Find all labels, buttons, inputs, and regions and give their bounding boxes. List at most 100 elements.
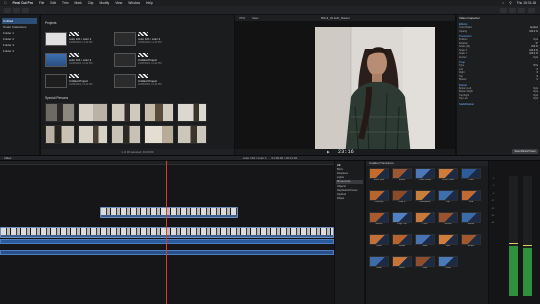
inspector-row[interactable]: Anchor 0 px [459,56,538,60]
menu-window[interactable]: Window [128,1,140,5]
keyword-button[interactable] [13,8,20,13]
inspector-row[interactable]: Opacity 100.0 % [459,30,538,34]
audio-track[interactable] [0,250,334,255]
fx-category[interactable]: Wipes [336,197,363,201]
share-button[interactable] [528,8,535,13]
app-menu[interactable]: Final Cut Pro [12,1,33,5]
library-item[interactable]: Folder 4 [2,48,37,54]
inspector-section-stabilization[interactable]: Stabilization [459,102,538,106]
clips-heading: Special Persons [45,96,69,100]
meter-tick: -6 [492,192,495,195]
project-item[interactable]: Untitled Project 10/08/2024, 11:44 PM [45,74,115,90]
project-item[interactable]: color 101 / color 1 10/08/2024, 11:44 PM [45,32,115,48]
transition-label: Color Planes [418,179,432,181]
clip-thumbnail[interactable] [78,125,108,144]
project-item[interactable]: Untitled Project 10/08/2024, 11:44 PM [114,53,184,69]
primary-storyline[interactable] [0,227,334,238]
show-inspector-button[interactable] [518,8,525,13]
clip-thumbnail[interactable] [144,103,174,122]
transition-thumbnail [369,256,389,267]
clip-thumbnail[interactable] [177,125,207,144]
meter-tick: -20 [491,207,495,210]
background-tasks-button[interactable] [22,8,29,13]
transition-item[interactable]: Drop In [392,190,412,205]
effects-browser-title: Installed Transitions [366,161,488,166]
project-item[interactable]: color 101 / color 2 10/08/2024, 11:44 PM [114,32,184,48]
project-date: 10/08/2024, 11:44 PM [138,41,162,44]
transition-item[interactable]: Page Curl [392,212,412,227]
transition-item[interactable]: Grid [461,190,481,205]
transition-item[interactable]: Slide [415,234,435,249]
transition-item[interactable]: Bloom [392,168,412,183]
inspector-row[interactable]: Top Left 0 px [459,97,538,101]
clip-thumbnail[interactable] [111,125,141,144]
clip-thumbnail[interactable] [144,125,174,144]
audio-meters: 6 0 -6 -12 -20 -30 -50 [489,161,540,304]
meter-right-peak [523,245,532,246]
transition-item[interactable]: Cross Zoom [438,168,458,183]
viewer-zoom[interactable]: 70% [239,16,245,20]
wifi-icon[interactable]: ○ [502,1,504,5]
show-timeline-button[interactable] [509,8,516,13]
menu-view[interactable]: View [115,1,122,5]
menu-help[interactable]: Help [146,1,153,5]
transition-item[interactable]: Push [415,212,435,227]
menu-modify[interactable]: Modify [99,1,109,5]
inspector-row[interactable]: Bottom 0 [459,78,538,82]
transition-item[interactable]: Swap [369,256,389,271]
timeline-ruler[interactable] [0,161,334,165]
import-button[interactable] [4,8,11,13]
transition-item[interactable]: Reveal [438,212,458,227]
transition-item[interactable]: Black Hole [369,168,389,183]
param-value[interactable]: 100.0 % [529,30,538,33]
transition-item[interactable]: Shape [392,234,412,249]
clip-thumbnail[interactable] [111,103,141,122]
viewer-frame[interactable] [315,27,435,156]
transition-item[interactable]: Color Planes [415,168,435,183]
param-value[interactable]: 0 px [533,97,538,100]
apple-menu-icon[interactable]:  [4,1,6,5]
save-effects-preset-button[interactable]: Save Effects Preset [512,149,538,154]
playhead[interactable] [166,161,167,304]
meter-tick: -30 [491,215,495,218]
menu-mark[interactable]: Mark [74,1,81,5]
project-thumbnail [114,74,136,88]
clip-thumbnail[interactable] [45,125,75,144]
transition-item[interactable]: Flip [438,190,458,205]
transition-label: Shape [398,245,406,247]
transition-item[interactable]: Wipe [415,256,435,271]
project-item[interactable]: color 101 / color 3 10/08/2024, 11:44 PM [45,53,115,69]
menu-clip[interactable]: Clip [88,1,94,5]
transition-label: Wipe [422,267,428,269]
viewer-view-menu[interactable]: View [252,16,258,20]
audio-waveform[interactable] [0,239,334,244]
menu-file[interactable]: File [39,1,44,5]
show-browser-button[interactable] [500,8,507,13]
clapper-icon [69,32,79,36]
menu-edit[interactable]: Edit [50,1,56,5]
timeline[interactable] [0,161,334,304]
clip-thumbnail[interactable] [177,103,207,122]
clip-thumbnail[interactable] [78,103,108,122]
transition-label: Black Hole [373,179,385,181]
param-value[interactable]: 0 px [533,56,538,59]
transition-item[interactable]: Scale [369,234,389,249]
transition-item[interactable]: Rotate [461,212,481,227]
clock[interactable]: Thu 15:31:18 [517,1,536,5]
transition-item[interactable]: Stripes [461,234,481,249]
transition-item[interactable]: Zoom [438,256,458,271]
menu-trim[interactable]: Trim [62,1,68,5]
search-icon[interactable]: ⚲ [509,1,511,5]
transition-item[interactable]: Spin [438,234,458,249]
transition-item[interactable]: Cube [461,168,481,183]
transition-item[interactable]: Mosaic [369,212,389,227]
project-item[interactable]: Untitled Project 10/08/2024, 11:44 PM [114,74,184,90]
clip-thumbnail[interactable] [45,103,75,122]
transition-item[interactable]: Wave [392,256,412,271]
param-value[interactable]: 0 [537,78,538,81]
transition-thumbnail [438,234,458,245]
transition-item[interactable]: Doorway [369,190,389,205]
transition-item[interactable]: Earthquake [415,190,435,205]
connected-clip[interactable] [100,207,238,218]
transition-label: Mosaic [375,223,383,225]
